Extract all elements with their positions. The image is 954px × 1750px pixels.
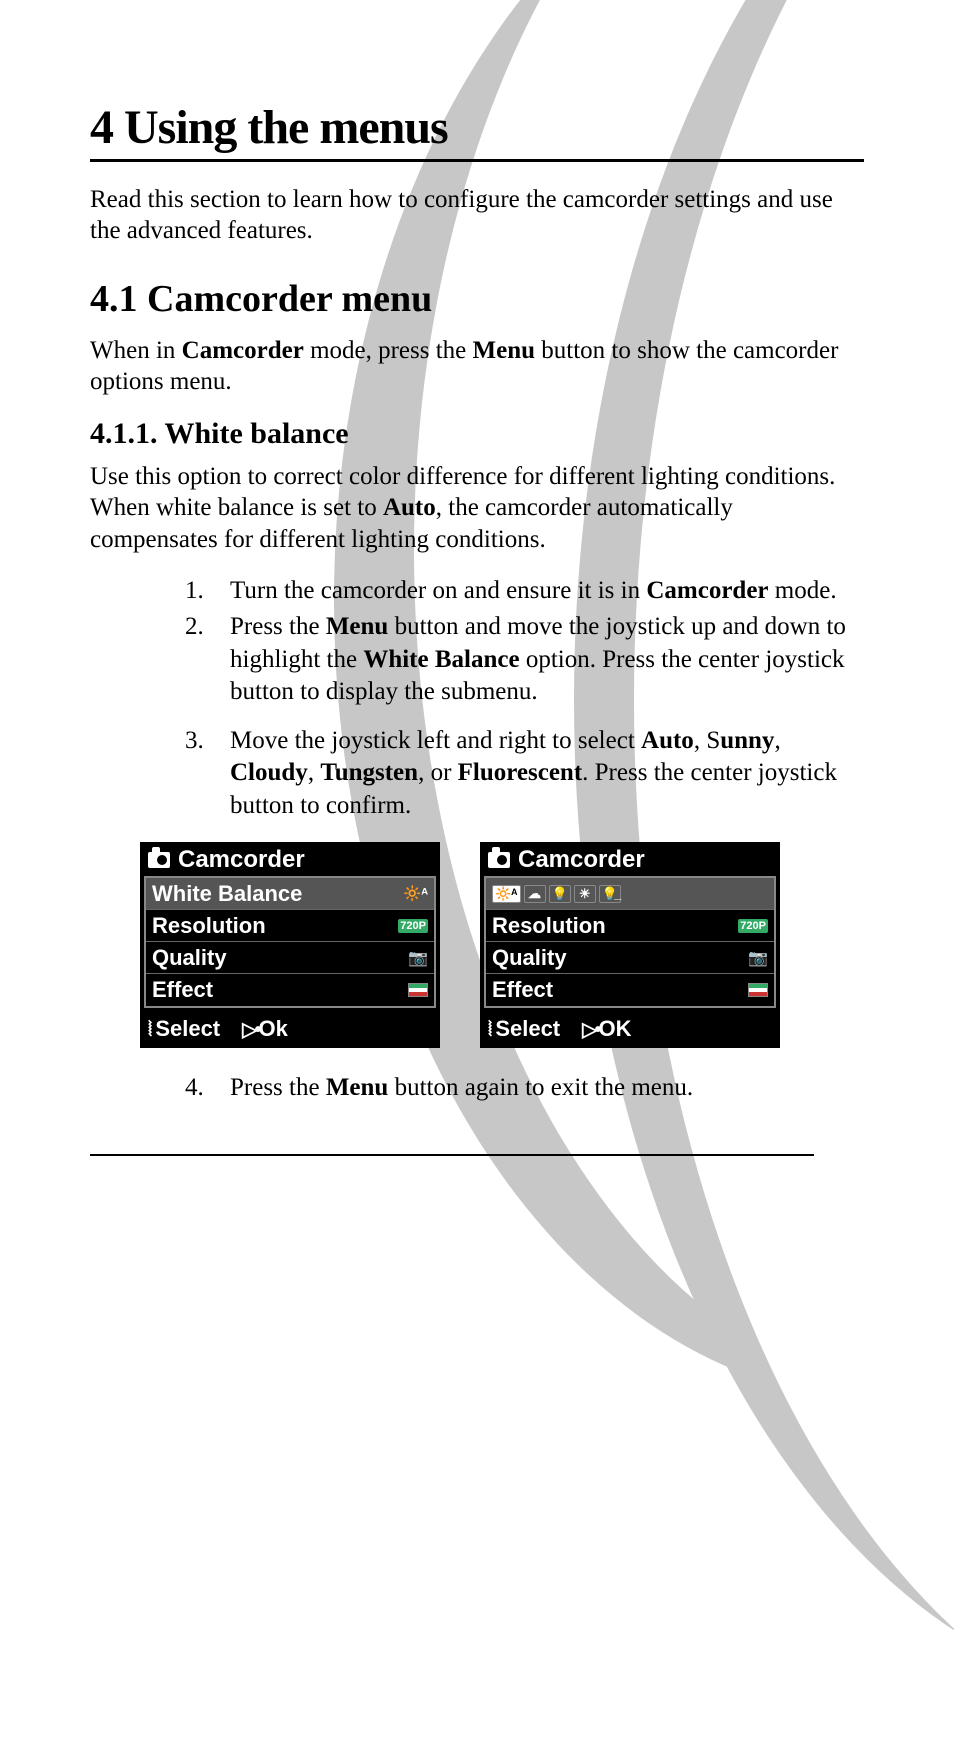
list-item: Press the Menu button and move the joyst… bbox=[210, 611, 864, 709]
lcd-title: Camcorder bbox=[140, 842, 440, 876]
list-item: Turn the camcorder on and ensure it is i… bbox=[210, 575, 864, 608]
effect-icon bbox=[748, 983, 768, 997]
lcd-menu: 🔆ᴬ ☁ 💡 ☀ 💡̲ Resolution 720P Quality 📷 bbox=[484, 876, 776, 1008]
resolution-badge: 720P bbox=[738, 919, 768, 933]
joystick-updown-icon: ⦚ bbox=[148, 1019, 149, 1042]
footer-rule bbox=[90, 1154, 814, 1156]
section-paragraph: When in Camcorder mode, press the Menu b… bbox=[90, 335, 864, 398]
intro-paragraph: Read this section to learn how to config… bbox=[90, 184, 864, 247]
camcorder-icon bbox=[148, 852, 170, 868]
list-item: Move the joystick left and right to sele… bbox=[210, 725, 864, 823]
screenshot-row: Camcorder White Balance 🔆ᴬ Resolution 72… bbox=[140, 842, 864, 1048]
wb-cloudy-option-icon: ☁ bbox=[524, 885, 546, 903]
joystick-updown-icon: ⦚ bbox=[488, 1019, 489, 1042]
lcd-screenshot-left: Camcorder White Balance 🔆ᴬ Resolution 72… bbox=[140, 842, 440, 1048]
instruction-list-continued: Press the Menu button again to exit the … bbox=[90, 1072, 864, 1105]
instruction-list: Turn the camcorder on and ensure it is i… bbox=[90, 575, 864, 823]
lcd-menu: White Balance 🔆ᴬ Resolution 720P Quality… bbox=[144, 876, 436, 1008]
quality-icon: 📷 bbox=[748, 948, 768, 968]
menu-row-white-balance: White Balance 🔆ᴬ bbox=[146, 878, 434, 910]
lcd-screenshot-right: Camcorder 🔆ᴬ ☁ 💡 ☀ 💡̲ Resolution 720P bbox=[480, 842, 780, 1048]
camcorder-icon bbox=[488, 852, 510, 868]
wb-auto-icon: 🔆ᴬ bbox=[404, 885, 428, 902]
menu-row-effect: Effect bbox=[486, 974, 774, 1006]
lcd-footer: ⦚ Select ▷•OK bbox=[480, 1012, 780, 1048]
menu-row-quality: Quality 📷 bbox=[486, 942, 774, 974]
menu-row-resolution: Resolution 720P bbox=[486, 910, 774, 942]
joystick-press-icon: ▷• bbox=[242, 1017, 258, 1042]
subsection-heading: 4.1.1. White balance bbox=[90, 417, 864, 451]
wb-sunny-option-icon: ☀ bbox=[574, 885, 596, 903]
menu-row-effect: Effect bbox=[146, 974, 434, 1006]
quality-icon: 📷 bbox=[408, 948, 428, 968]
joystick-press-icon: ▷• bbox=[582, 1017, 598, 1042]
wb-fluorescent-option-icon: 💡̲ bbox=[599, 885, 621, 903]
wb-tungsten-option-icon: 💡 bbox=[549, 885, 571, 903]
section-heading: 4.1 Camcorder menu bbox=[90, 277, 864, 321]
wb-auto-option-icon: 🔆ᴬ bbox=[492, 885, 521, 903]
wb-option-icons: 🔆ᴬ ☁ 💡 ☀ 💡̲ bbox=[492, 885, 768, 903]
menu-row-wb-options: 🔆ᴬ ☁ 💡 ☀ 💡̲ bbox=[486, 878, 774, 910]
list-item: Press the Menu button again to exit the … bbox=[210, 1072, 864, 1105]
subsection-paragraph: Use this option to correct color differe… bbox=[90, 461, 864, 555]
lcd-footer: ⦚ Select ▷•Ok bbox=[140, 1012, 440, 1048]
menu-row-quality: Quality 📷 bbox=[146, 942, 434, 974]
effect-icon bbox=[408, 983, 428, 997]
resolution-badge: 720P bbox=[398, 919, 428, 933]
chapter-heading: 4 Using the menus bbox=[90, 100, 864, 162]
lcd-title: Camcorder bbox=[480, 842, 780, 876]
menu-row-resolution: Resolution 720P bbox=[146, 910, 434, 942]
